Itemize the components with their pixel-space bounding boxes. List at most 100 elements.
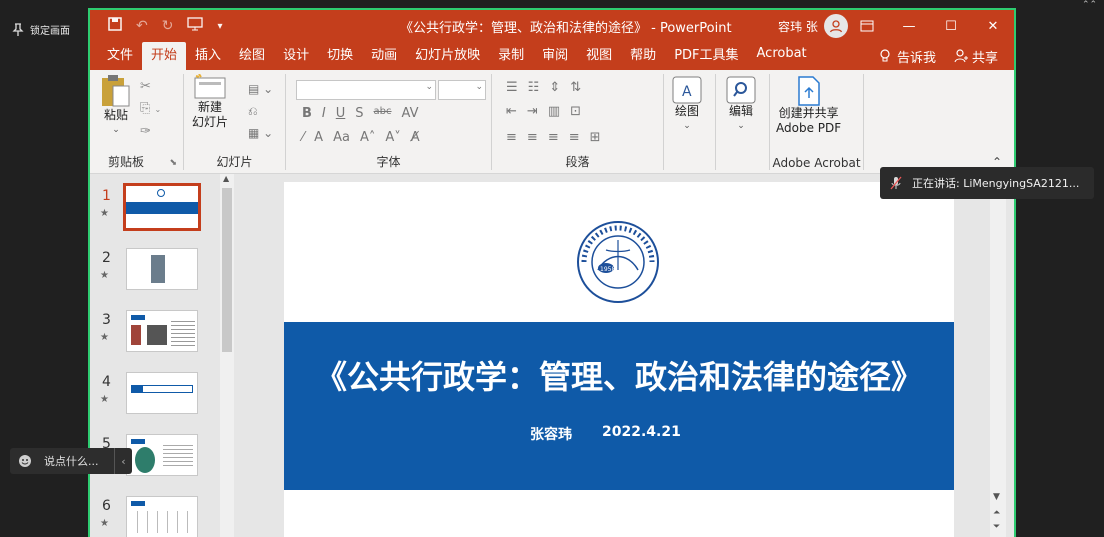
pin-screen-button[interactable]: 锁定画面: [12, 22, 70, 37]
smartart-icon[interactable]: ⊞: [590, 130, 601, 145]
adobe-group-label: Adobe Acrobat: [772, 156, 861, 170]
next-slide-icon[interactable]: ⏷: [993, 522, 1000, 532]
line-spacing-icon[interactable]: ⇕: [549, 80, 560, 95]
tab-animations[interactable]: 动画: [362, 42, 406, 70]
font-name-select[interactable]: ⌄: [296, 80, 436, 100]
align-right-icon[interactable]: ≡: [548, 130, 559, 145]
previous-slide-icon[interactable]: ⏶: [993, 508, 1000, 518]
char-spacing-icon[interactable]: AV: [402, 106, 419, 121]
tab-pdf-tools[interactable]: PDF工具集: [665, 42, 747, 70]
copy-icon[interactable]: ⎘ ⌄: [140, 98, 161, 121]
editing-button[interactable]: 编辑 ⌄: [726, 76, 756, 134]
tab-design[interactable]: 设计: [274, 42, 318, 70]
thumbnail-image: [126, 372, 198, 414]
tab-review[interactable]: 审阅: [533, 42, 577, 70]
maximize-icon[interactable]: ☐: [930, 10, 972, 42]
tell-me-label: 告诉我: [896, 50, 936, 66]
thumbnail-scrollbar[interactable]: ▲: [220, 174, 234, 537]
minimize-icon[interactable]: —: [888, 10, 930, 42]
layout-icon[interactable]: ▤ ⌄: [248, 78, 273, 100]
reset-icon[interactable]: ⎌: [248, 100, 273, 122]
thumbnail-image: [126, 248, 198, 290]
decrease-indent-icon[interactable]: ⇤: [506, 104, 517, 119]
slide-scrollbar[interactable]: ▼ ⏶ ⏷: [990, 174, 1006, 537]
scroll-up-icon[interactable]: ▲: [223, 174, 229, 183]
account[interactable]: 容玮 张: [778, 14, 848, 38]
create-share-pdf-button[interactable]: 创建并共享 Adobe PDF: [776, 76, 841, 136]
tab-insert[interactable]: 插入: [186, 42, 230, 70]
clear-format-icon[interactable]: A̸: [411, 130, 420, 145]
shadow-icon[interactable]: S: [355, 106, 363, 121]
drawing-button[interactable]: A 绘图 ⌄: [672, 76, 702, 134]
present-from-start-icon[interactable]: [187, 17, 204, 35]
redo-icon[interactable]: ↻: [162, 18, 174, 34]
section-icon[interactable]: ▦ ⌄: [248, 122, 273, 144]
tab-file[interactable]: 文件: [98, 42, 142, 70]
tab-help[interactable]: 帮助: [621, 42, 665, 70]
title-band: 《公共行政学：管理、政治和法律的途径》 张容玮 2022.4.21: [284, 322, 954, 490]
drawing-dropdown-icon[interactable]: ⌄: [683, 119, 691, 134]
font-size-select[interactable]: ⌄: [438, 80, 486, 100]
tab-view[interactable]: 视图: [577, 42, 621, 70]
align-text-icon[interactable]: ⊡: [570, 104, 581, 119]
new-slide-label-1: 新建: [198, 100, 223, 114]
tell-me[interactable]: 告诉我: [879, 47, 936, 66]
text-direction-icon[interactable]: ⇅: [570, 80, 581, 95]
close-icon[interactable]: ✕: [972, 10, 1014, 42]
chat-input[interactable]: 说点什么... ‹: [10, 448, 132, 474]
dialog-launcher-icon[interactable]: ⬊: [169, 158, 177, 168]
tab-home[interactable]: 开始: [142, 42, 187, 70]
share-button[interactable]: 共享: [954, 47, 998, 66]
paste-dropdown-icon[interactable]: ⌄: [112, 123, 120, 138]
bold-icon[interactable]: B: [302, 106, 312, 121]
columns-icon[interactable]: ▥: [548, 104, 560, 119]
bullets-icon[interactable]: ☰: [506, 80, 518, 95]
shrink-font-icon[interactable]: A˅: [385, 130, 400, 145]
scroll-down-icon[interactable]: ▼: [993, 492, 1000, 502]
thumbnail-slide-4[interactable]: 4 ★: [90, 370, 220, 428]
share-person-icon: [954, 49, 968, 63]
quick-access-toolbar: ↶ ↻ ▾: [90, 17, 223, 35]
university-logo: 1958: [577, 221, 659, 303]
grow-font-icon[interactable]: A˄: [360, 130, 375, 145]
new-slide-button[interactable]: 新建 幻灯片: [192, 74, 228, 130]
underline-icon[interactable]: U: [336, 106, 346, 121]
animation-star-icon: ★: [100, 518, 109, 529]
thumbnail-slide-1[interactable]: 1 ★: [90, 183, 220, 242]
tab-slideshow[interactable]: 幻灯片放映: [406, 42, 489, 70]
strikethrough-icon[interactable]: abc: [374, 106, 392, 121]
text-effects-icon[interactable]: ⁄: [302, 130, 304, 145]
editing-dropdown-icon[interactable]: ⌄: [737, 119, 745, 134]
format-painter-icon[interactable]: ✑: [140, 121, 161, 143]
paste-label: 粘贴: [103, 108, 128, 122]
align-left-icon[interactable]: ≡: [506, 130, 517, 145]
scroll-thumb[interactable]: [222, 188, 232, 352]
change-case-icon[interactable]: Aa: [333, 130, 350, 145]
ribbon-display-options-icon[interactable]: [846, 10, 888, 42]
thumbnail-slide-3[interactable]: 3 ★: [90, 308, 220, 366]
cut-icon[interactable]: ✂: [140, 76, 161, 98]
paste-button[interactable]: 粘贴 ⌄: [100, 74, 132, 138]
thumbnail-slide-6[interactable]: 6 ★: [90, 494, 220, 537]
font-color-icon[interactable]: A: [314, 130, 323, 145]
avatar-icon[interactable]: [823, 14, 848, 38]
thumbnail-slide-2[interactable]: 2 ★: [90, 246, 220, 304]
align-center-icon[interactable]: ≡: [527, 130, 538, 145]
italic-icon[interactable]: I: [322, 106, 326, 121]
tab-draw[interactable]: 绘图: [230, 42, 274, 70]
paragraph-group-label: 段落: [565, 155, 590, 169]
tab-transitions[interactable]: 切换: [318, 42, 362, 70]
save-icon[interactable]: [108, 17, 122, 35]
justify-icon[interactable]: ≡: [569, 130, 580, 145]
collapse-chat-button[interactable]: ‹: [114, 448, 132, 474]
tab-record[interactable]: 录制: [489, 42, 533, 70]
increase-indent-icon[interactable]: ⇥: [527, 104, 538, 119]
tab-acrobat[interactable]: Acrobat: [748, 42, 816, 70]
customize-qat-icon[interactable]: ▾: [217, 21, 222, 32]
drawing-label: 绘图: [674, 104, 699, 118]
numbering-icon[interactable]: ☷: [528, 80, 540, 95]
undo-icon[interactable]: ↶: [136, 18, 148, 34]
emoji-icon[interactable]: [18, 454, 32, 468]
slide-canvas[interactable]: 1958 《公共行政学：管理、政治和法律的途径》 张容玮 2022.4.21: [284, 182, 954, 537]
svg-text:A: A: [682, 84, 692, 100]
